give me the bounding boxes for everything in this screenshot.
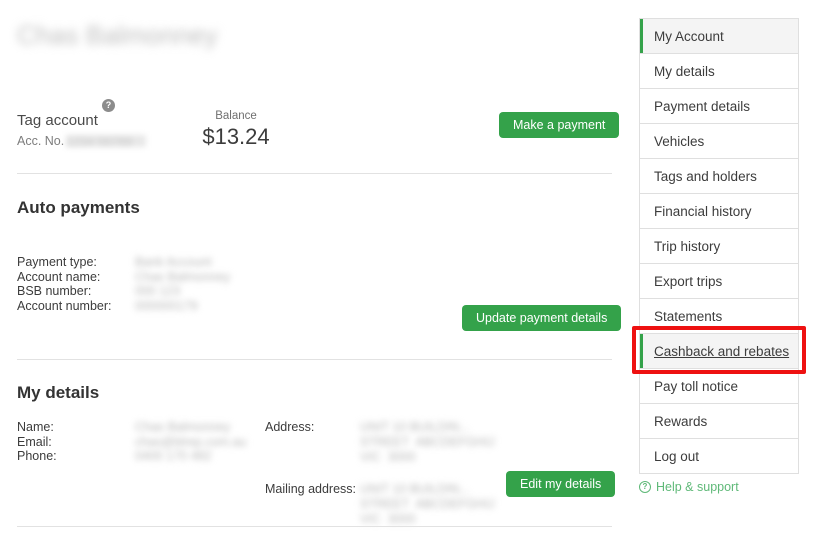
mailing-address-label: Mailing address: — [265, 482, 357, 496]
sidebar-item-payment-details[interactable]: Payment details — [640, 89, 798, 124]
sidebar-item-label: Pay toll notice — [654, 379, 739, 394]
sidebar-item-export-trips[interactable]: Export trips — [640, 264, 798, 299]
sidebar-menu: My Account My details Payment details Ve… — [639, 18, 799, 474]
field-row: Address: UNIT 10 BUILDIN... STREET ABCDE… — [265, 420, 495, 465]
sidebar-item-label: Payment details — [654, 99, 751, 114]
mailing-address-line: VIC 3000 — [360, 512, 416, 526]
sidebar-item-trip-history[interactable]: Trip history — [640, 229, 798, 264]
sidebar-item-label: Financial history — [654, 204, 752, 219]
field-value-redacted: 000 123 — [135, 284, 181, 298]
mailing-address-value-redacted: UNIT 10 BUILDIN... STREET ABCDEFGHIJ VIC… — [360, 482, 495, 527]
make-a-payment-button[interactable]: Make a payment — [499, 112, 620, 138]
tag-account-block: Tag account ? Acc. No. 1234 56789 — [17, 99, 207, 149]
address-line: STREET ABCDEFGHIJ — [360, 435, 495, 449]
sidebar-item-my-account[interactable]: My Account — [640, 19, 798, 54]
account-number-label: Acc. No. — [17, 134, 65, 148]
account-holder-name-redacted: Chas Balmonney — [17, 20, 218, 50]
sidebar-item-vehicles[interactable]: Vehicles — [640, 124, 798, 159]
field-label: Name: — [17, 420, 54, 434]
sidebar-item-label: My details — [654, 64, 715, 79]
balance-label: Balance — [215, 110, 257, 122]
field-row: Phone: 0400 170 482 — [17, 449, 246, 464]
divider-middle — [17, 359, 612, 360]
sidebar-item-label: Cashback and rebates — [654, 344, 790, 359]
account-overview-panel: Chas Balmonney Tag account ? Acc. No. 12… — [0, 0, 628, 537]
field-label: Email: — [17, 434, 52, 449]
field-value-redacted: Chas Balmonney — [135, 420, 231, 434]
field-label: Account name: — [17, 269, 101, 284]
sidebar-item-my-details[interactable]: My details — [640, 54, 798, 89]
field-row: Account name: Chas Balmonney — [17, 270, 230, 285]
sidebar-item-rewards[interactable]: Rewards — [640, 404, 798, 439]
account-holder-name: Chas Balmonney — [17, 20, 218, 51]
field-value-redacted: 0400 170 482 — [135, 449, 212, 463]
field-value-redacted: Chas Balmonney — [135, 269, 231, 284]
sidebar-item-label: Trip history — [654, 239, 721, 254]
sidebar-item-pay-toll-notice[interactable]: Pay toll notice — [640, 369, 798, 404]
account-number-value-redacted: 1234 56789 — [66, 135, 147, 149]
sidebar-item-label: Tags and holders — [654, 169, 757, 184]
help-question-circle-icon: ? — [639, 481, 651, 493]
field-value-redacted: Bank Account — [135, 255, 212, 269]
field-value-redacted: chas@blrep.com.au — [135, 434, 247, 449]
field-row: Email: chas@blrep.com.au — [17, 435, 246, 450]
field-label: Payment type: — [17, 255, 97, 269]
field-row: Name: Chas Balmonney — [17, 420, 246, 435]
help-question-icon[interactable]: ? — [102, 99, 115, 112]
mailing-address-line: STREET ABCDEFGHIJ — [360, 497, 495, 511]
divider-top — [17, 173, 612, 174]
field-row: Payment type: Bank Account — [17, 255, 230, 270]
address-line: VIC 3000 — [360, 450, 416, 464]
balance-block: Balance $13.24 — [180, 110, 292, 150]
auto-payments-heading: Auto payments — [17, 198, 140, 217]
field-label: BSB number: — [17, 284, 92, 298]
divider-bottom — [17, 526, 612, 527]
mailing-address-line: UNIT 10 BUILDIN... — [360, 482, 470, 496]
mailing-address-field: Mailing address: UNIT 10 BUILDIN... STRE… — [265, 482, 495, 527]
sidebar-item-label: My Account — [654, 29, 724, 44]
account-number-row: Acc. No. 1234 56789 — [17, 134, 207, 149]
tag-account-label: Tag account — [17, 112, 98, 129]
balance-amount: $13.24 — [202, 124, 270, 149]
field-row: BSB number: 000 123 — [17, 284, 230, 299]
field-label: Phone: — [17, 449, 57, 463]
account-sidebar: My Account My details Payment details Ve… — [639, 18, 799, 474]
sidebar-item-tags-and-holders[interactable]: Tags and holders — [640, 159, 798, 194]
sidebar-item-cashback-and-rebates[interactable]: Cashback and rebates — [640, 334, 798, 369]
sidebar-item-label: Statements — [654, 309, 723, 324]
address-field-list: Address: UNIT 10 BUILDIN... STREET ABCDE… — [265, 420, 495, 465]
sidebar-item-statements[interactable]: Statements — [640, 299, 798, 334]
my-details-heading: My details — [17, 383, 100, 402]
auto-payments-field-list: Payment type: Bank Account Account name:… — [17, 255, 230, 313]
sidebar-item-financial-history[interactable]: Financial history — [640, 194, 798, 229]
field-value-redacted: 000000179 — [135, 298, 198, 313]
sidebar-item-label: Rewards — [654, 414, 708, 429]
sidebar-item-log-out[interactable]: Log out — [640, 439, 798, 474]
sidebar-item-label: Vehicles — [654, 134, 705, 149]
field-label: Account number: — [17, 298, 112, 313]
update-payment-details-button[interactable]: Update payment details — [462, 305, 622, 331]
sidebar-item-label: Log out — [654, 449, 700, 464]
edit-my-details-button[interactable]: Edit my details — [506, 471, 616, 497]
address-label: Address: — [265, 420, 315, 434]
help-and-support-link[interactable]: ? Help & support — [639, 480, 739, 494]
sidebar-item-label: Export trips — [654, 274, 723, 289]
address-value-redacted: UNIT 10 BUILDIN... STREET ABCDEFGHIJ VIC… — [360, 420, 495, 465]
help-and-support-label: Help & support — [656, 480, 739, 494]
field-row: Account number: 000000179 — [17, 299, 230, 314]
my-details-field-list: Name: Chas Balmonney Email: chas@blrep.c… — [17, 420, 246, 464]
address-line: UNIT 10 BUILDIN... — [360, 420, 470, 434]
